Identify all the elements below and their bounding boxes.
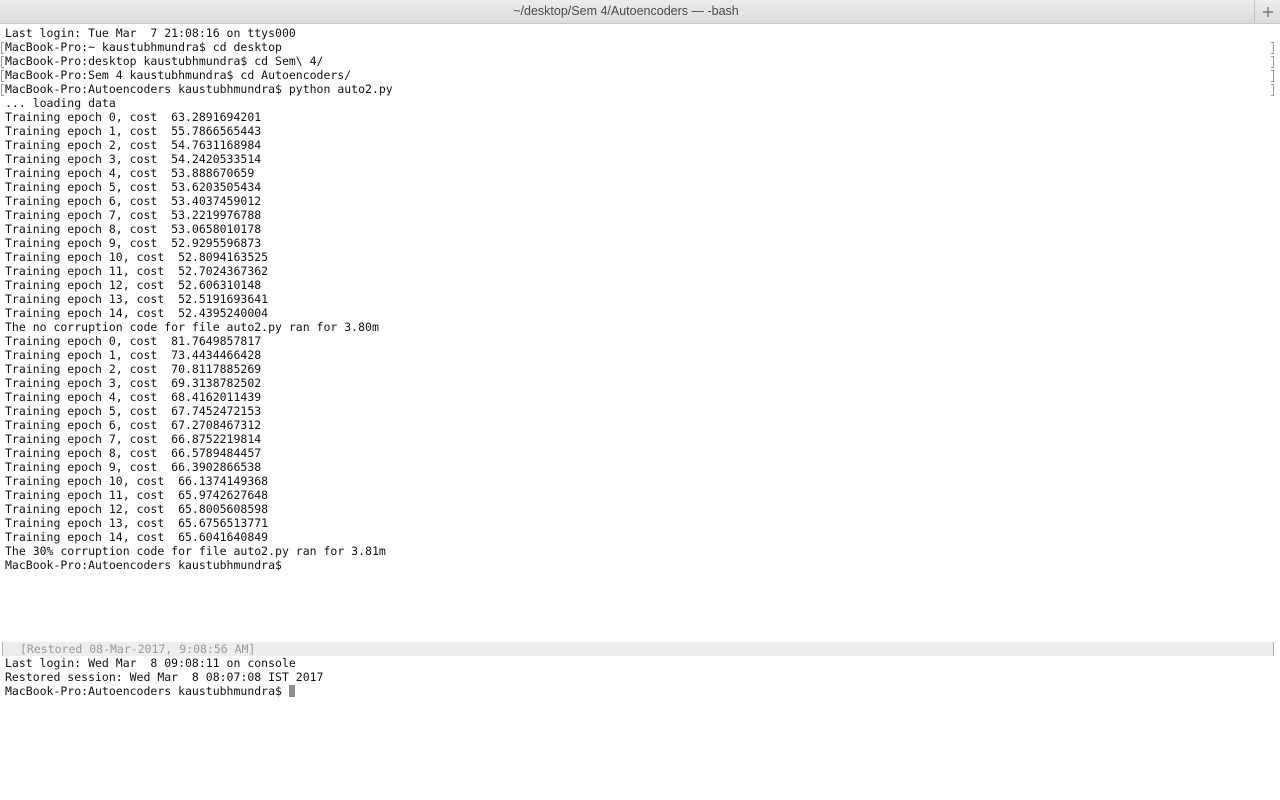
training-epoch-line: Training epoch 10, cost 66.1374149368: [5, 474, 269, 488]
restored-marker: [Restored 08-Mar-2017, 9:08:56 AM]: [2, 642, 1274, 656]
active-prompt-line[interactable]: MacBook-Pro:Autoencoders kaustubhmundra$: [0, 684, 1280, 698]
training-epoch-line: Training epoch 3, cost 69.3138782502: [5, 376, 262, 390]
training-epoch-line: Training epoch 11, cost 52.7024367362: [5, 264, 269, 278]
window-title: ~/desktop/Sem 4/Autoencoders — -bash: [513, 4, 739, 18]
training-epoch-line: Training epoch 2, cost 54.7631168984: [5, 138, 262, 152]
training-epoch-line: Training epoch 6, cost 67.2708467312: [5, 418, 262, 432]
command-line: MacBook-Pro:Autoencoders kaustubhmundra$…: [0, 82, 1280, 96]
training-epoch-line: Training epoch 14, cost 65.6041640849: [5, 530, 269, 544]
training-epoch-line: Training epoch 9, cost 66.3902866538: [5, 460, 262, 474]
run-summary-line: The 30% corruption code for file auto2.p…: [5, 544, 386, 558]
training-epoch-line: Training epoch 1, cost 55.7866565443: [5, 124, 262, 138]
training-epoch-line: Training epoch 0, cost 63.2891694201: [5, 110, 262, 124]
training-epoch-line: Training epoch 4, cost 68.4162011439: [5, 390, 262, 404]
training-epoch-line: Training epoch 13, cost 52.5191693641: [5, 292, 269, 306]
training-epoch-line: Training epoch 8, cost 53.0658010178: [5, 222, 262, 236]
training-epoch-line: Training epoch 5, cost 67.7452472153: [5, 404, 262, 418]
training-epoch-line: Training epoch 13, cost 65.6756513771: [5, 516, 269, 530]
training-epoch-line: Training epoch 10, cost 52.8094163525: [5, 250, 269, 264]
training-epoch-line: Training epoch 11, cost 65.9742627648: [5, 488, 269, 502]
training-epoch-line: Training epoch 12, cost 65.8005608598: [5, 502, 269, 516]
last-login-line: Last login: Tue Mar 7 21:08:16 on ttys00…: [5, 26, 296, 40]
loading-line: ... loading data: [5, 96, 116, 110]
restored-session-line: Restored session: Wed Mar 8 08:07:08 IST…: [5, 670, 324, 684]
new-tab-button[interactable]: [1254, 0, 1280, 23]
terminal-output[interactable]: Last login: Tue Mar 7 21:08:16 on ttys00…: [0, 24, 1280, 800]
training-epoch-line: Training epoch 2, cost 70.8117885269: [5, 362, 262, 376]
command-line: MacBook-Pro:Sem 4 kaustubhmundra$ cd Aut…: [0, 68, 1280, 82]
run-summary-line: The no corruption code for file auto2.py…: [5, 320, 379, 334]
training-epoch-line: Training epoch 7, cost 53.2219976788: [5, 208, 262, 222]
training-epoch-line: Training epoch 7, cost 66.8752219814: [5, 432, 262, 446]
training-epoch-line: Training epoch 6, cost 53.4037459012: [5, 194, 262, 208]
text-cursor[interactable]: [288, 685, 295, 697]
blank-area: [0, 572, 1280, 642]
prompt-text: MacBook-Pro:Autoencoders kaustubhmundra$: [5, 684, 282, 698]
last-login-line: Last login: Wed Mar 8 09:08:11 on consol…: [5, 656, 296, 670]
training-epoch-line: Training epoch 5, cost 53.6203505434: [5, 180, 262, 194]
training-epoch-line: Training epoch 14, cost 52.4395240004: [5, 306, 269, 320]
plus-icon: [1262, 6, 1273, 17]
title-bar[interactable]: ~/desktop/Sem 4/Autoencoders — -bash: [0, 0, 1280, 24]
terminal-window: ~/desktop/Sem 4/Autoencoders — -bash Las…: [0, 0, 1280, 800]
command-line: MacBook-Pro:~ kaustubhmundra$ cd desktop: [0, 40, 1280, 54]
prompt-line: MacBook-Pro:Autoencoders kaustubhmundra$: [5, 558, 282, 572]
training-epoch-line: Training epoch 9, cost 52.9295596873: [5, 236, 262, 250]
training-epoch-line: Training epoch 3, cost 54.2420533514: [5, 152, 262, 166]
training-epoch-line: Training epoch 4, cost 53.888670659: [5, 166, 255, 180]
training-epoch-line: Training epoch 8, cost 66.5789484457: [5, 446, 262, 460]
training-epoch-line: Training epoch 1, cost 73.4434466428: [5, 348, 262, 362]
training-epoch-line: Training epoch 12, cost 52.606310148: [5, 278, 262, 292]
command-line: MacBook-Pro:desktop kaustubhmundra$ cd S…: [0, 54, 1280, 68]
training-epoch-line: Training epoch 0, cost 81.7649857817: [5, 334, 262, 348]
